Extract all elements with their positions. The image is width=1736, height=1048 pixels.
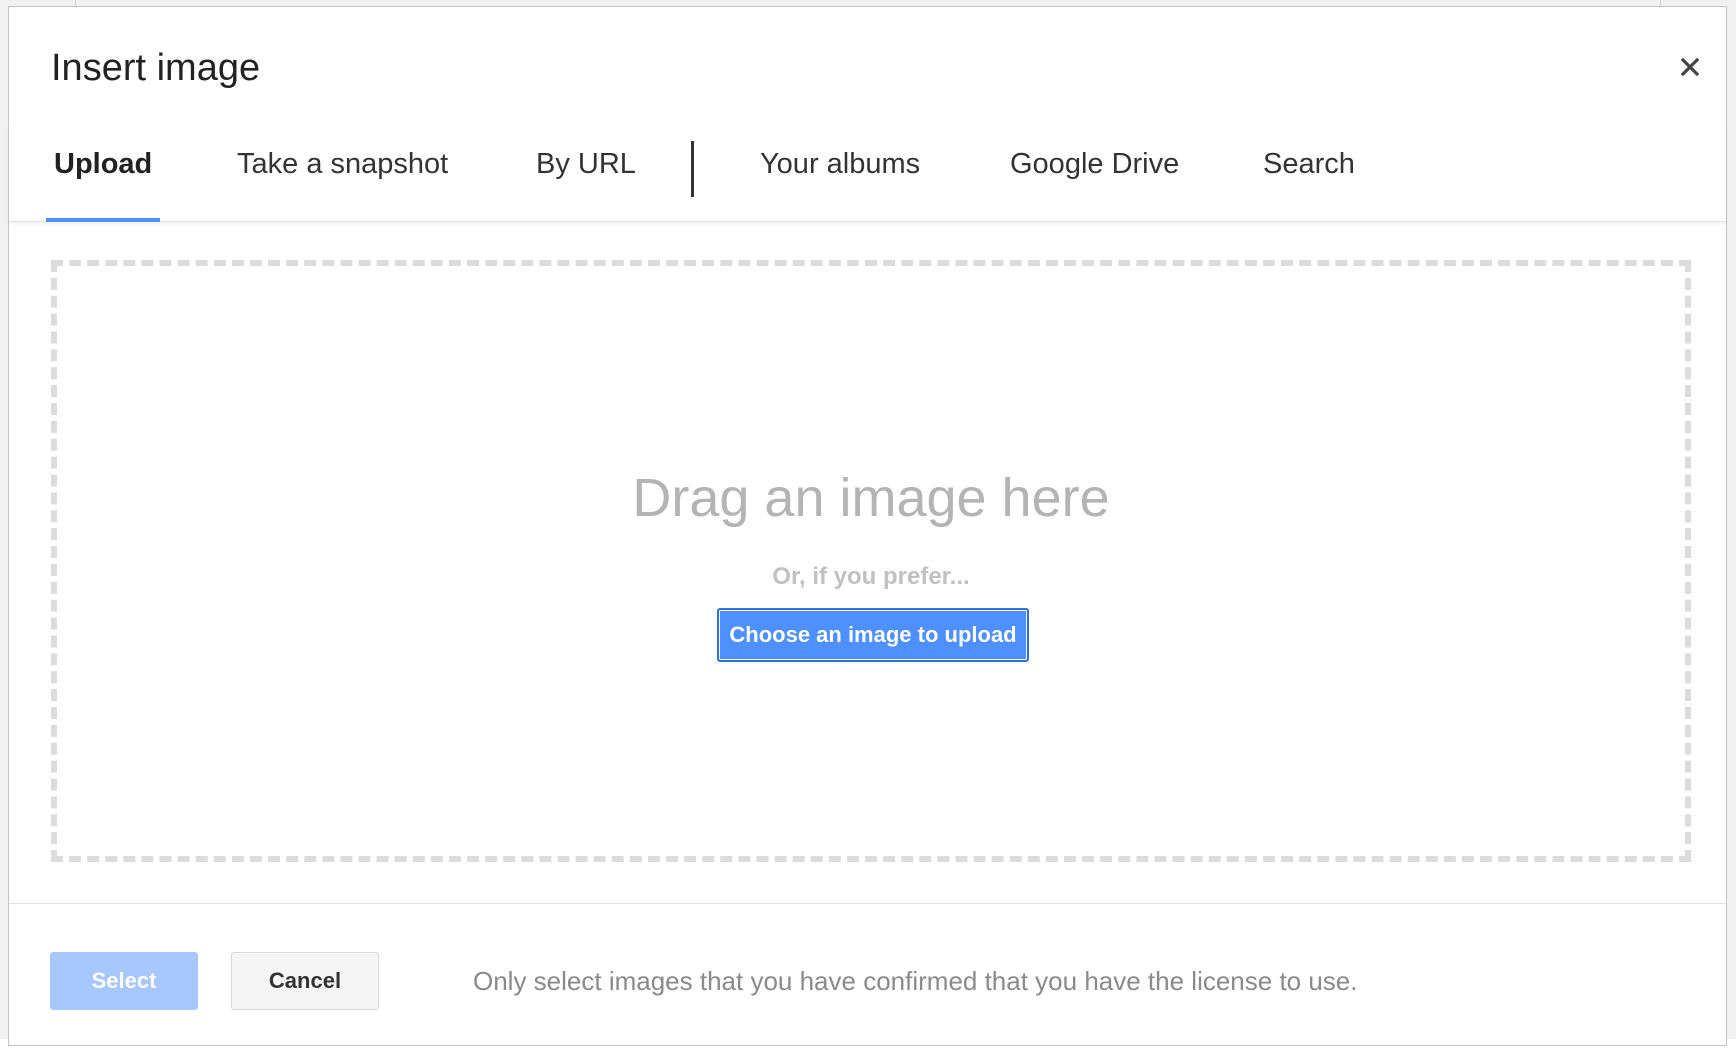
tab-divider [691, 141, 694, 197]
cancel-button[interactable]: Cancel [231, 952, 379, 1010]
license-notice: Only select images that you have confirm… [473, 966, 1358, 996]
dialog-footer: Select Cancel Only select images that yo… [9, 903, 1726, 1048]
tab-your-albums[interactable]: Your albums [760, 127, 920, 221]
alternative-prompt: Or, if you prefer... [772, 563, 970, 590]
tab-take-a-snapshot[interactable]: Take a snapshot [237, 127, 448, 221]
select-button[interactable]: Select [50, 952, 198, 1010]
close-icon[interactable] [1672, 49, 1708, 85]
tab-search[interactable]: Search [1263, 127, 1355, 221]
choose-image-button[interactable]: Choose an image to upload [717, 608, 1029, 662]
insert-image-dialog: Insert image Upload Take a snapshot By U… [8, 6, 1727, 1046]
tab-by-url[interactable]: By URL [536, 127, 636, 221]
tab-google-drive[interactable]: Google Drive [1010, 127, 1179, 221]
tab-upload[interactable]: Upload [45, 127, 161, 222]
dialog-title: Insert image [51, 47, 261, 89]
image-drop-zone[interactable]: Drag an image here Or, if you prefer... … [51, 260, 1691, 862]
tab-bar: Upload Take a snapshot By URL Your album… [9, 127, 1726, 222]
drag-image-prompt: Drag an image here [632, 468, 1110, 528]
